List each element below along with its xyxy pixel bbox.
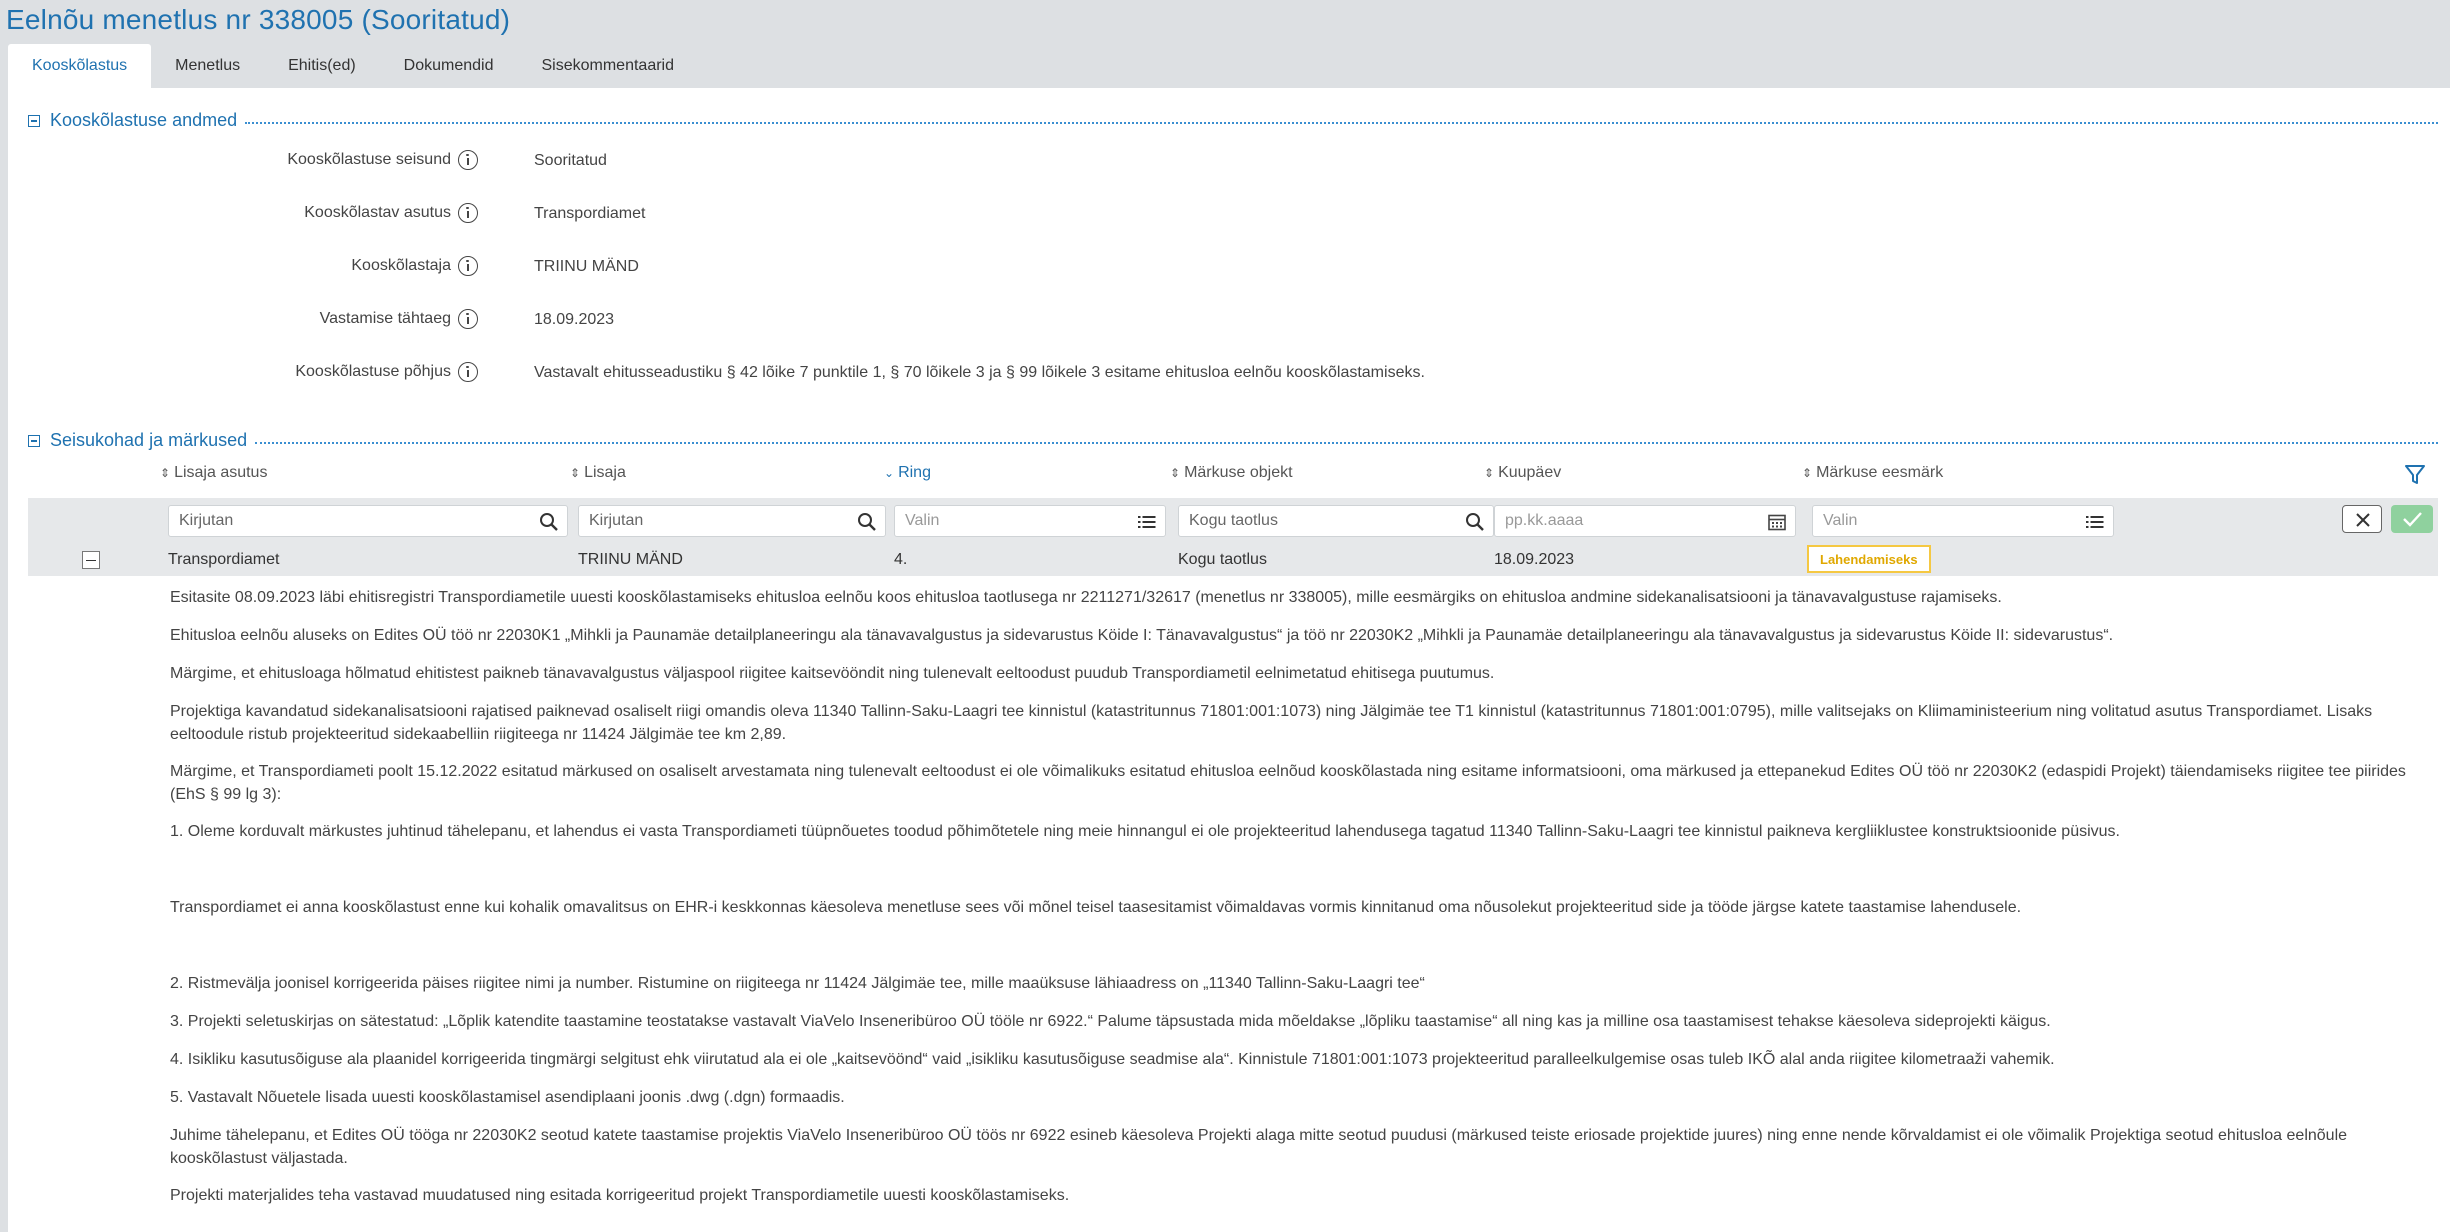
filter-bar: Kirjutan Kirjutan Valin Kogu taotlus pp.… [28, 498, 2438, 542]
comment-paragraph: 3. Projekti seletuskirjas on sätestatud:… [170, 1013, 2051, 1030]
field-row-seisund: Kooskõlastuse seisund Sooritatud [8, 150, 2408, 174]
list-icon [1138, 516, 1156, 528]
column-header-lisaja[interactable]: ⇕ Lisaja [570, 464, 626, 482]
calendar-icon [1768, 514, 1786, 531]
field-label: Kooskõlastuse seisund [287, 151, 451, 168]
field-row-asutus: Kooskõlastav asutus Transpordiamet [8, 203, 2408, 227]
section-title: Seisukohad ja märkused [50, 430, 248, 450]
field-value: Transpordiamet [534, 205, 646, 222]
field-label: Kooskõlastaja [351, 257, 451, 274]
info-icon[interactable] [458, 256, 478, 276]
comment-paragraph: Märgime, et Transpordiameti poolt 15.12.… [170, 763, 2406, 803]
cell-markuse-objekt: Kogu taotlus [1178, 551, 1267, 568]
apply-filters-button[interactable] [2391, 505, 2433, 533]
collapse-toggle[interactable] [28, 114, 40, 127]
comment-paragraph: 2. Ristmeväljа joonisel korrigeerida päi… [170, 975, 1425, 992]
cell-lisaja: TRIINU MÄND [578, 551, 683, 568]
field-row-tahtaeg: Vastamise tähtaeg 18.09.2023 [8, 309, 2408, 333]
collapse-row-toggle[interactable] [82, 551, 100, 569]
section-divider [255, 441, 2438, 444]
filter-icon[interactable] [2404, 464, 2426, 486]
tab-menetlus[interactable]: Menetlus [151, 44, 264, 88]
sort-icon: ⇕ [160, 466, 171, 480]
field-label: Vastamise tähtaeg [319, 310, 451, 327]
tab-bar: Kooskõlastus Menetlus Ehitis(ed) Dokumen… [8, 44, 698, 88]
sort-icon: ⇕ [1802, 466, 1813, 480]
sort-icon: ⇕ [1170, 466, 1181, 480]
main-content: Kooskõlastuse andmed Kooskõlastuse seisu… [8, 88, 2450, 1232]
sort-desc-icon: ⌄ [884, 466, 895, 480]
field-value: Vastavalt ehitusseadustiku § 42 lõike 7 … [534, 364, 1425, 381]
table-row[interactable]: Transpordiamet TRIINU MÄND 4. Kogu taotl… [28, 542, 2438, 576]
column-header-kuupaev[interactable]: ⇕ Kuupäev [1484, 464, 1561, 482]
field-row-kooskolastaja: Kooskõlastaja TRIINU MÄND [8, 256, 2408, 280]
ring-filter-select[interactable]: Valin [894, 505, 1166, 537]
comment-paragraph: Transpordiamet ei anna kooskõlastust enn… [170, 899, 2022, 916]
list-icon [2086, 516, 2104, 528]
comment-paragraph: 4. Isikliku kasutusõiguse ala plaanidel … [170, 1051, 2055, 1068]
tab-ehitised[interactable]: Ehitis(ed) [264, 44, 380, 88]
column-header-lisaja-asutus[interactable]: ⇕ Lisaja asutus [160, 464, 267, 482]
tab-sisekommentaarid[interactable]: Sisekommentaarid [518, 44, 699, 88]
clear-filters-button[interactable] [2342, 505, 2382, 533]
info-icon[interactable] [458, 150, 478, 170]
field-row-pohjus: Kooskõlastuse põhjus Vastavalt ehitussea… [8, 362, 2408, 386]
column-header-markuse-objekt[interactable]: ⇕ Märkuse objekt [1170, 464, 1293, 482]
column-header-ring[interactable]: ⌄ Ring [884, 464, 931, 482]
comment-paragraph: Juhime tähelepanu, et Edites OÜ tööga nr… [170, 1127, 2348, 1167]
section-header-seisukohad: Seisukohad ja märkused [28, 430, 2438, 451]
comment-paragraph: Märgime, et ehitusloaga hõlmatud ehitist… [170, 665, 1495, 682]
field-label: Kooskõlastav asutus [304, 204, 451, 221]
tab-kooskolastus[interactable]: Kooskõlastus [8, 44, 152, 88]
cell-kuupaev: 18.09.2023 [1494, 551, 1575, 568]
comment-paragraph: Projekti materjalides teha vastavad muud… [170, 1187, 1070, 1204]
comment-paragraph: 5. Vastavalt Nõuetele lisada uuesti koos… [170, 1089, 845, 1106]
comment-paragraph: Projektiga kavandatud sidekanalisatsioon… [170, 703, 2373, 743]
lisaja-asutus-filter-input[interactable]: Kirjutan [168, 505, 568, 537]
search-icon [858, 513, 876, 531]
search-icon [1466, 513, 1484, 531]
field-value: 18.09.2023 [534, 311, 615, 328]
section-header-kooskolastuse-andmed: Kooskõlastuse andmed [28, 110, 2438, 131]
lisaja-filter-input[interactable]: Kirjutan [578, 505, 886, 537]
sort-icon: ⇕ [570, 466, 581, 480]
section-divider [245, 121, 2438, 124]
page-title: Eelnõu menetlus nr 338005 (Sooritatud) [6, 4, 511, 35]
info-icon[interactable] [458, 203, 478, 223]
comment-paragraph: Ehitusloa eelnõu aluseks on Edites OÜ tö… [170, 627, 2114, 644]
comment-paragraph: 1. Oleme korduvalt märkustes juhtinud tä… [170, 823, 2120, 840]
markuse-objekt-filter-input[interactable]: Kogu taotlus [1178, 505, 1494, 537]
field-value: TRIINU MÄND [534, 258, 639, 275]
markuse-eesmark-filter-select[interactable]: Valin [1812, 505, 2114, 537]
kuupaev-filter-input[interactable]: pp.kk.aaaa [1494, 505, 1796, 537]
collapse-toggle[interactable] [28, 434, 40, 447]
field-value: Sooritatud [534, 152, 607, 169]
comment-paragraph: Esitasite 08.09.2023 läbi ehitisregistri… [170, 589, 2002, 606]
search-icon [540, 513, 558, 531]
status-badge: Lahendamiseks [1807, 545, 1931, 573]
sort-icon: ⇕ [1484, 466, 1495, 480]
cell-lisaja-asutus: Transpordiamet [168, 551, 280, 568]
check-icon [2403, 512, 2422, 527]
close-icon [2356, 513, 2370, 527]
section-title: Kooskõlastuse andmed [50, 110, 238, 130]
field-label: Kooskõlastuse põhjus [295, 363, 451, 380]
cell-ring: 4. [894, 551, 908, 568]
info-icon[interactable] [458, 309, 478, 329]
info-icon[interactable] [458, 362, 478, 382]
column-header-markuse-eesmark[interactable]: ⇕ Märkuse eesmärk [1802, 464, 1943, 482]
tab-dokumendid[interactable]: Dokumendid [380, 44, 518, 88]
